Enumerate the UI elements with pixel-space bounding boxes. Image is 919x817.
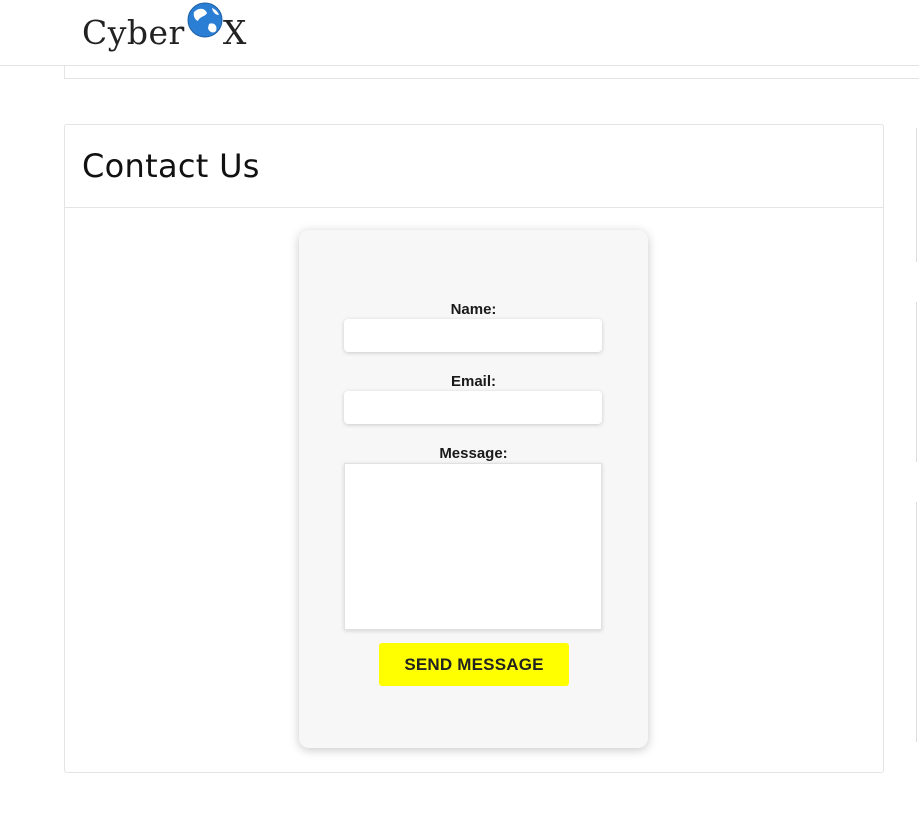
email-input[interactable]	[344, 391, 602, 424]
site-header: Cyber X	[0, 0, 919, 66]
email-label: Email:	[450, 373, 496, 390]
card-header: Contact Us	[65, 125, 883, 208]
logo[interactable]: Cyber X	[82, 2, 247, 52]
globe-icon	[187, 2, 223, 38]
contact-form: Name: Email: Message: SEND MESSAGE	[299, 230, 648, 748]
name-label: Name:	[450, 301, 497, 318]
name-input[interactable]	[344, 319, 602, 352]
send-message-button[interactable]: SEND MESSAGE	[379, 643, 569, 686]
page-title: Contact Us	[82, 147, 260, 185]
logo-text-left: Cyber	[82, 13, 185, 52]
message-textarea[interactable]	[344, 463, 602, 630]
contact-card: Contact Us Name: Email: Message: SEND ME…	[64, 124, 884, 773]
logo-text-right: X	[222, 13, 247, 52]
header-divider	[64, 66, 919, 79]
message-label: Message:	[439, 445, 508, 462]
